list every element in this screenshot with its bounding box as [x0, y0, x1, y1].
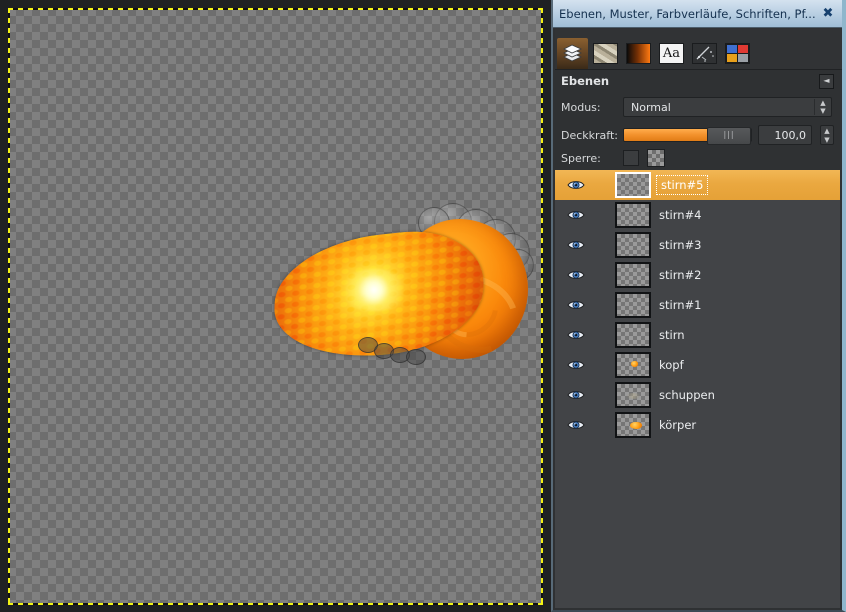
- color-swatch-gray: [738, 54, 748, 62]
- layer-thumbnail: [615, 292, 651, 318]
- eye-visibility-icon[interactable]: [567, 419, 585, 431]
- thumbnail-content: [629, 421, 642, 430]
- opacity-label: Deckkraft:: [561, 128, 618, 142]
- layer-row[interactable]: stirn#2: [555, 260, 840, 290]
- canvas-area[interactable]: [0, 0, 551, 612]
- window-title-bar[interactable]: Ebenen, Muster, Farbverläufe, Schriften,…: [553, 0, 842, 28]
- tab-brushes[interactable]: [689, 38, 720, 69]
- layer-name: stirn: [659, 328, 685, 342]
- layer-thumbnail: [615, 382, 651, 408]
- chevron-updown-icon[interactable]: ▲ ▼: [814, 99, 831, 115]
- layer-name: kopf: [659, 358, 684, 372]
- layer-thumbnail: [615, 412, 651, 438]
- fish-artwork: [266, 203, 534, 378]
- layer-visibility-toggle[interactable]: [555, 209, 597, 221]
- eye-visibility-icon[interactable]: [567, 239, 585, 251]
- layer-name: stirn#2: [659, 268, 702, 282]
- mode-value: Normal: [631, 100, 671, 114]
- eye-visibility-icon[interactable]: [567, 389, 585, 401]
- layer-row[interactable]: stirn#4: [555, 200, 840, 230]
- opacity-slider[interactable]: |||: [623, 127, 752, 145]
- layer-name: stirn#1: [659, 298, 702, 312]
- panel-header: Ebenen ◄: [555, 70, 840, 92]
- tab-fonts[interactable]: Aa: [656, 38, 687, 69]
- layer-thumbnail: [615, 322, 651, 348]
- dock-tab-strip[interactable]: Aa: [555, 29, 842, 70]
- brush-icon: [692, 43, 717, 64]
- mode-row: Modus: Normal ▲ ▼: [555, 95, 840, 119]
- layer-visibility-toggle[interactable]: [555, 179, 597, 191]
- thumbnail-content: [627, 392, 641, 399]
- tab-layers[interactable]: [557, 38, 588, 69]
- color-swatch-red: [738, 45, 748, 53]
- color-swatch-orange: [727, 54, 737, 62]
- layer-row[interactable]: körper: [555, 410, 840, 440]
- layer-visibility-toggle[interactable]: [555, 329, 597, 341]
- eye-visibility-icon[interactable]: [567, 209, 585, 221]
- layer-visibility-toggle[interactable]: [555, 389, 597, 401]
- layer-list[interactable]: stirn#5 stirn#4 stirn#3 stirn#2 stirn#1 stirn…: [555, 170, 840, 608]
- layer-name: stirn#5: [655, 175, 709, 195]
- eye-visibility-icon[interactable]: [567, 329, 585, 341]
- eye-visibility-icon[interactable]: [567, 359, 585, 371]
- gradient-icon: [626, 43, 651, 64]
- lock-pixels-checkbox[interactable]: [623, 150, 639, 166]
- opacity-input[interactable]: 100,0: [758, 125, 812, 145]
- panel-menu-icon[interactable]: ◄: [819, 73, 834, 89]
- mode-select[interactable]: Normal ▲ ▼: [623, 97, 832, 117]
- layer-visibility-toggle[interactable]: [555, 419, 597, 431]
- opacity-row: Deckkraft: ||| 100,0 ▲ ▼: [555, 123, 840, 147]
- layer-name: schuppen: [659, 388, 715, 402]
- layer-thumbnail: [615, 352, 651, 378]
- close-icon[interactable]: ✖: [818, 5, 838, 23]
- layer-visibility-toggle[interactable]: [555, 269, 597, 281]
- font-icon: Aa: [659, 43, 684, 64]
- mode-label: Modus:: [561, 100, 601, 114]
- lock-alpha-button[interactable]: [647, 149, 665, 167]
- window-title: Ebenen, Muster, Farbverläufe, Schriften,…: [559, 6, 816, 21]
- tab-patterns[interactable]: [590, 38, 621, 69]
- layer-thumbnail: [615, 172, 651, 198]
- layer-row[interactable]: schuppen: [555, 380, 840, 410]
- layer-visibility-toggle[interactable]: [555, 359, 597, 371]
- layers-icon: [563, 44, 582, 61]
- eye-visibility-icon[interactable]: [567, 269, 585, 281]
- layer-visibility-toggle[interactable]: [555, 299, 597, 311]
- layer-name: körper: [659, 418, 697, 432]
- layer-row[interactable]: stirn#1: [555, 290, 840, 320]
- layer-row[interactable]: stirn#5: [555, 170, 840, 200]
- layer-row[interactable]: kopf: [555, 350, 840, 380]
- pattern-icon: [593, 43, 618, 64]
- fish-highlight-glow: [338, 269, 410, 311]
- layer-thumbnail: [615, 232, 651, 258]
- page-title: Ebenen: [561, 74, 610, 88]
- canvas-transparency-checkerboard[interactable]: [8, 8, 543, 605]
- opacity-stepper[interactable]: ▲ ▼: [820, 125, 834, 145]
- layer-thumbnail: [615, 262, 651, 288]
- layer-name: stirn#4: [659, 208, 702, 222]
- tab-colors[interactable]: [722, 38, 753, 69]
- layer-visibility-toggle[interactable]: [555, 239, 597, 251]
- eye-visibility-icon[interactable]: [567, 299, 585, 311]
- thumbnail-content: [631, 361, 639, 367]
- tab-gradients[interactable]: [623, 38, 654, 69]
- lock-label: Sperre:: [561, 151, 601, 165]
- docked-panel: Ebenen, Muster, Farbverläufe, Schriften,…: [551, 0, 846, 612]
- layer-row[interactable]: stirn: [555, 320, 840, 350]
- lock-row: Sperre:: [555, 146, 840, 170]
- color-swatch-blue: [727, 45, 737, 53]
- eye-visibility-icon[interactable]: [567, 179, 585, 191]
- layer-row[interactable]: stirn#3: [555, 230, 840, 260]
- opacity-slider-handle[interactable]: |||: [707, 127, 751, 145]
- layer-name: stirn#3: [659, 238, 702, 252]
- opacity-value: 100,0: [774, 128, 807, 142]
- ventral-scale: [406, 349, 426, 365]
- layer-thumbnail: [615, 202, 651, 228]
- colors-icon: [725, 43, 750, 64]
